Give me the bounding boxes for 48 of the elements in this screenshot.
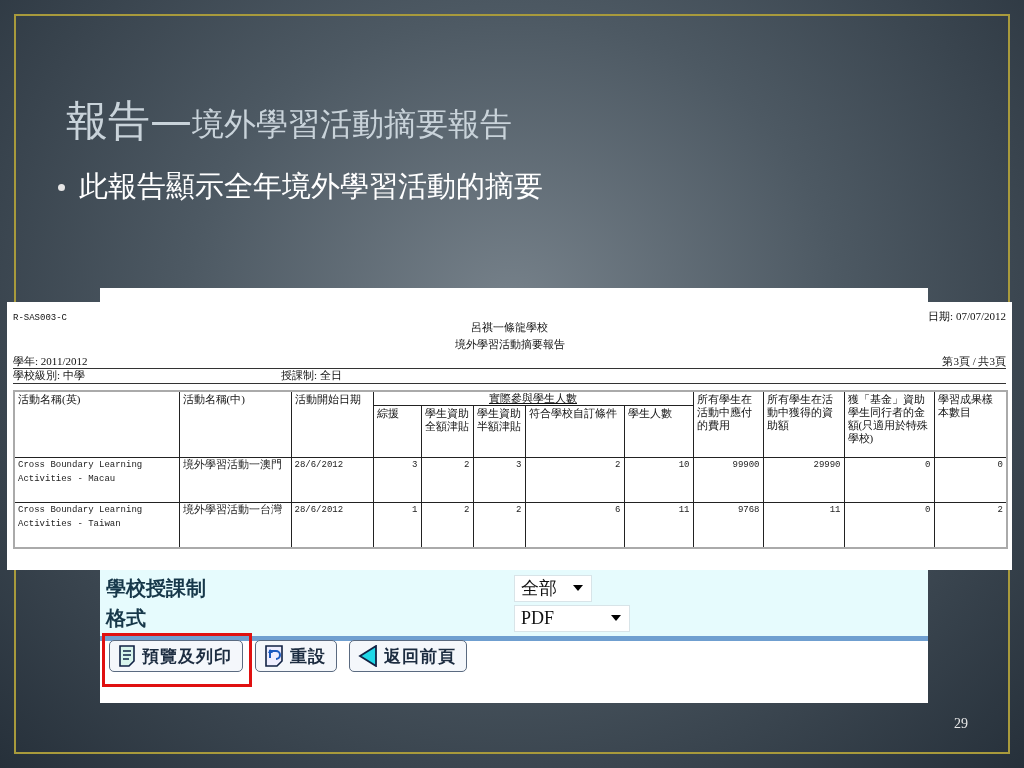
column-header: 學生資助半額津貼	[473, 405, 525, 458]
bullet-dot	[58, 183, 65, 191]
column-header: 所有學生在活動中獲得的資助額	[763, 391, 844, 458]
dropdown[interactable]: 全部	[514, 574, 592, 602]
column-header: 學習成果樣本數目	[934, 391, 1007, 458]
form-button[interactable]: 返回前頁	[349, 640, 467, 672]
slide-title: 報告—境外學習活動摘要報告	[66, 96, 512, 147]
document-icon	[118, 645, 136, 667]
table-cell: 境外學習活動一澳門	[179, 457, 291, 503]
report-title: 境外學習活動摘要報告	[454, 338, 565, 351]
column-group-header: 實際參與學生人數	[373, 391, 693, 406]
column-header: 學生資助全額津貼	[421, 405, 473, 458]
column-header: 獲「基金」資助學生同行者的金額(只適用於特殊學校)	[844, 391, 934, 458]
table-cell: 29990	[763, 457, 844, 503]
column-header: 所有學生在活動中應付的費用	[693, 391, 763, 458]
school-level: 學校級別: 中學	[13, 369, 86, 382]
field-label: 格式	[106, 606, 147, 630]
column-header: 綜援	[373, 405, 421, 458]
school-mode: 授課制: 全日	[281, 369, 342, 382]
field-label: 學校授課制	[106, 576, 207, 600]
school-name: 呂祺一條龍學校	[471, 321, 548, 334]
table-cell: 3	[373, 457, 421, 503]
table-cell: Cross Boundary Learning Activities - Macau	[14, 457, 179, 503]
column-header: 活動開始日期	[291, 391, 373, 458]
table-cell: 2	[525, 457, 624, 503]
bullet-text: 此報告顯示全年境外學習活動的摘要	[79, 168, 543, 205]
column-header: 學生人數	[624, 405, 693, 458]
form-button[interactable]: 重設	[255, 640, 337, 672]
dropdown[interactable]: PDF	[514, 604, 630, 632]
table-cell: 10	[624, 457, 693, 503]
school-year: 學年: 2011/2012	[13, 355, 88, 368]
page-number: 29	[954, 716, 968, 732]
column-header: 活動名稱(中)	[179, 391, 291, 458]
table-cell: 99900	[693, 457, 763, 503]
table-cell: 0	[844, 457, 934, 503]
table-cell: 2	[421, 457, 473, 503]
report-date: 日期: 07/07/2012	[928, 310, 1006, 323]
report-code: R-SAS003-C	[13, 313, 67, 323]
form-button[interactable]: 預覽及列印	[109, 640, 243, 672]
column-header: 符合學校自訂條件	[525, 405, 624, 458]
page-count: 第3頁 / 共3頁	[942, 355, 1006, 368]
caret-icon	[611, 615, 621, 621]
table-cell: 28/6/2012	[291, 457, 373, 503]
column-header: 活動名稱(英)	[14, 391, 179, 458]
left-triangle-icon	[358, 645, 378, 667]
reset-icon	[264, 645, 284, 667]
caret-icon	[573, 585, 583, 591]
table-cell: 3	[473, 457, 525, 503]
